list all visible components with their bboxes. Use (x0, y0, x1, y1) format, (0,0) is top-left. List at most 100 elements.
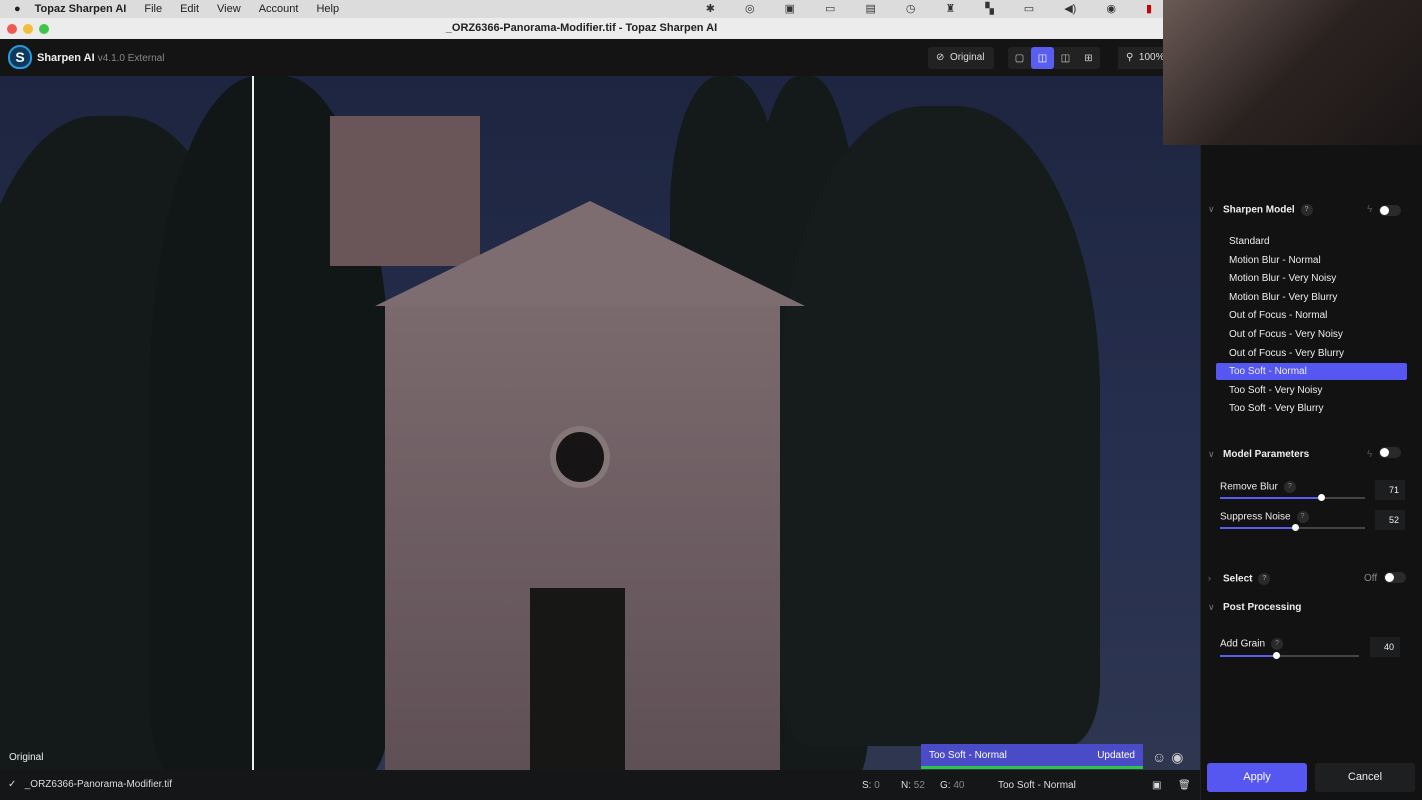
suppress-noise-label: Suppress Noise (1220, 511, 1291, 523)
select-state: Off (1364, 573, 1378, 584)
feedback-group: ☺ ◉ (1152, 749, 1184, 766)
help-icon[interactable]: ? (1296, 511, 1309, 523)
section-title: Model Parameters (1223, 449, 1310, 460)
suppress-noise-slider[interactable] (1220, 524, 1365, 531)
help-icon[interactable]: ? (1271, 638, 1284, 650)
select-toggle[interactable] (1384, 572, 1406, 583)
original-side-label: Original (9, 752, 44, 763)
chevron-right-icon: › (1208, 573, 1211, 583)
menu-view[interactable]: View (217, 3, 241, 15)
sharpen-model-toggle[interactable] (1379, 205, 1401, 216)
neutral-face-icon[interactable]: ◉ (1171, 749, 1183, 766)
remove-blur-value[interactable]: 71 (1375, 480, 1405, 500)
model-option[interactable]: Too Soft - Very Blurry (1216, 400, 1407, 417)
menu-help[interactable]: Help (316, 3, 339, 15)
preview-state: Updated (1097, 749, 1135, 761)
preview-status-chip: Too Soft - Normal Updated (921, 744, 1143, 769)
bottom-model-name: Too Soft - Normal (998, 780, 1076, 791)
file-entry[interactable]: ✓ _ORZ6366-Panorama-Modifier.tif (8, 779, 172, 790)
file-name: _ORZ6366-Panorama-Modifier.tif (24, 779, 173, 790)
remove-blur-slider[interactable] (1220, 494, 1365, 501)
zoom-icon: ⚲ (1126, 52, 1134, 63)
stat-n-label: N: (901, 780, 911, 791)
apply-button[interactable]: Apply (1207, 763, 1307, 792)
app-header: S Sharpen AI v4.1.0 External ⊘ Original … (0, 39, 1163, 76)
zoom-value: 100% (1138, 52, 1163, 63)
add-grain-value[interactable]: 40 (1370, 637, 1400, 657)
model-option[interactable]: Too Soft - Normal (1216, 363, 1407, 381)
zoom-window-button[interactable] (39, 24, 49, 34)
menu-file[interactable]: File (144, 3, 162, 15)
stat-n-value: 52 (913, 780, 925, 791)
preview-icon[interactable]: ▣ (1152, 780, 1161, 791)
help-icon[interactable]: ? (1300, 204, 1313, 216)
creative-cloud-icon[interactable]: ◎ (745, 2, 755, 15)
add-grain-slider[interactable] (1220, 652, 1359, 659)
chevron-down-icon: ∨ (1208, 204, 1215, 214)
section-title: Sharpen Model (1223, 204, 1295, 216)
toggle-original-button[interactable]: ⊘ Original (928, 47, 994, 69)
brand: Sharpen AI v4.1.0 External (37, 52, 164, 64)
screen-icon[interactable]: ▭ (825, 2, 835, 15)
status-tray: ✱ ◎ ▣ ▭ ▤ ◷ ♜ ▚ ▭ ◀) ◉ ▮ (688, 2, 1152, 15)
minimize-window-button[interactable] (23, 24, 33, 34)
camera-icon[interactable]: ▣ (785, 2, 795, 15)
close-window-button[interactable] (7, 24, 17, 34)
zoom-control[interactable]: ⚲ 100% (1118, 47, 1163, 69)
model-option[interactable]: Motion Blur - Very Noisy (1216, 270, 1407, 287)
remove-blur-label: Remove Blur (1220, 481, 1278, 493)
window-title: _ORZ6366-Panorama-Modifier.tif - Topaz S… (445, 22, 718, 34)
trash-icon[interactable]: 🗑 (1178, 780, 1191, 791)
webcam-overlay (1163, 0, 1422, 145)
model-option[interactable]: Motion Blur - Very Blurry (1216, 289, 1407, 306)
brand-name: Sharpen AI (37, 52, 95, 64)
stat-s: S: 0 (862, 780, 880, 791)
view-mode-group: ▢ ◫ ◫ ⊞ (1008, 47, 1100, 69)
display-icon[interactable]: ▭ (1024, 2, 1034, 15)
chevron-down-icon: ∨ (1208, 602, 1215, 612)
side-by-side-view-button[interactable]: ◫ (1054, 47, 1077, 69)
model-option[interactable]: Motion Blur - Normal (1216, 252, 1407, 269)
help-icon[interactable]: ? (1258, 573, 1271, 585)
version-label: v4.1.0 External (97, 53, 165, 64)
split-view-button[interactable]: ◫ (1031, 47, 1054, 69)
original-label: Original (949, 52, 985, 63)
check-icon: ✓ (8, 779, 17, 790)
menu-edit[interactable]: Edit (180, 3, 199, 15)
model-option[interactable]: Out of Focus - Normal (1216, 307, 1407, 324)
cancel-button[interactable]: Cancel (1315, 763, 1415, 792)
bolt-icon: ϟ (1367, 204, 1373, 215)
suppress-noise-value[interactable]: 52 (1375, 510, 1405, 530)
clipboard-icon[interactable]: ▤ (865, 2, 875, 15)
layout-icon[interactable]: ▚ (985, 2, 993, 15)
time-machine-icon[interactable]: ◷ (906, 2, 916, 15)
settings-panel: ∨ Sharpen Model? ϟ Standard Motion Blur -… (1200, 76, 1422, 800)
model-option[interactable]: Out of Focus - Very Blurry (1216, 345, 1407, 362)
help-icon[interactable]: ? (1283, 481, 1296, 493)
image-preview[interactable]: Original (0, 76, 1200, 770)
model-option[interactable]: Standard (1216, 233, 1407, 250)
section-title: Post Processing (1223, 602, 1302, 613)
quad-view-button[interactable]: ⊞ (1077, 47, 1100, 69)
stat-g-label: G: (940, 780, 951, 791)
binoculars-icon[interactable]: ♜ (945, 2, 955, 15)
apple-icon[interactable]: ● (14, 3, 21, 15)
model-option[interactable]: Too Soft - Very Noisy (1216, 382, 1407, 399)
flag-icon[interactable]: ▮ (1146, 2, 1152, 15)
tray-app-icon[interactable]: ✱ (706, 2, 715, 15)
eye-slash-icon: ⊘ (936, 52, 945, 63)
stat-g: G: 40 (940, 780, 964, 791)
stat-s-label: S: (862, 780, 872, 791)
stat-n: N: 52 (901, 780, 925, 791)
topaz-logo-icon: S (8, 45, 32, 69)
smile-face-icon[interactable]: ☺ (1152, 749, 1166, 766)
split-divider-handle[interactable] (252, 76, 254, 770)
model-parameters-toggle[interactable] (1379, 447, 1401, 458)
chevron-down-icon: ∨ (1208, 449, 1215, 459)
menu-app-name[interactable]: Topaz Sharpen AI (35, 3, 127, 15)
menu-account[interactable]: Account (259, 3, 299, 15)
single-view-button[interactable]: ▢ (1008, 47, 1031, 69)
model-option[interactable]: Out of Focus - Very Noisy (1216, 326, 1407, 343)
airdrop-icon[interactable]: ◉ (1106, 2, 1116, 15)
volume-icon[interactable]: ◀) (1064, 2, 1076, 15)
